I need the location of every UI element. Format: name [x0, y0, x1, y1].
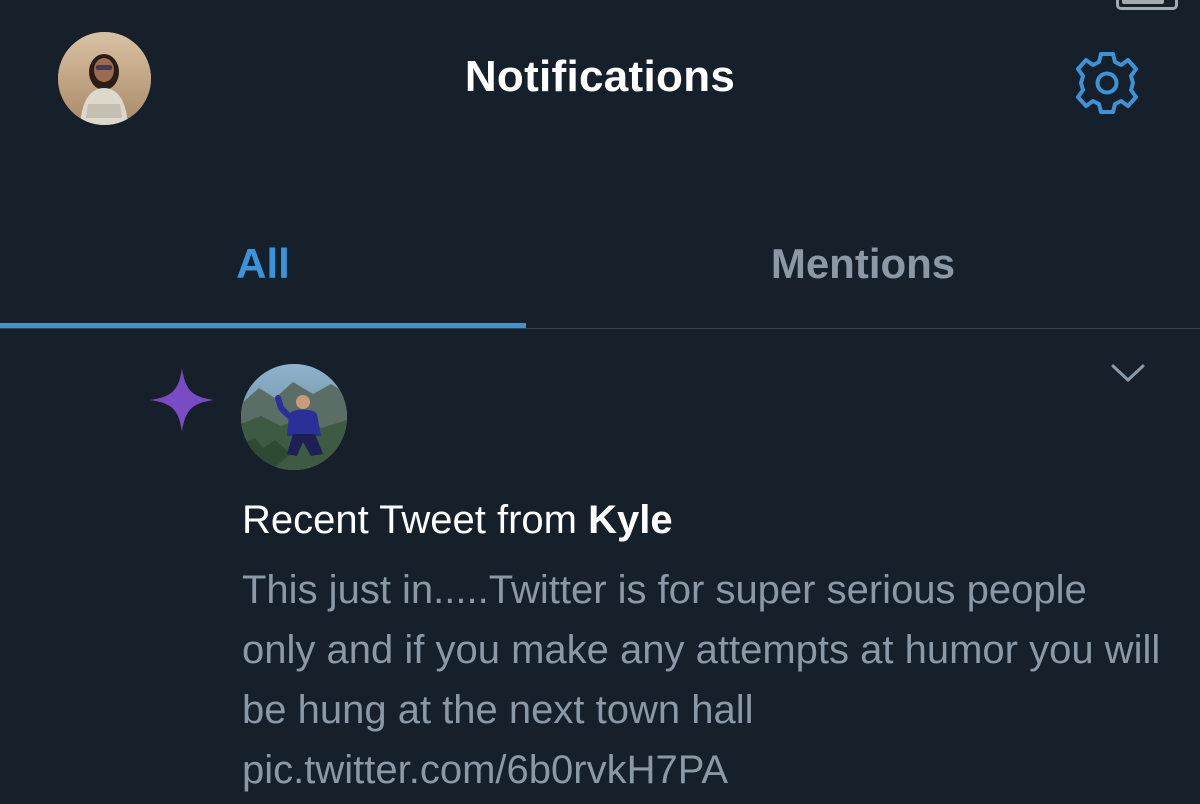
notification-item[interactable]: Recent Tweet from Kyle This just in.....… — [0, 330, 1200, 804]
author-avatar[interactable] — [241, 364, 347, 470]
author-avatar-image — [241, 364, 347, 470]
status-bar-clipped-text — [14, 0, 634, 7]
chevron-down-icon[interactable] — [1110, 360, 1146, 386]
status-bar — [0, 0, 1200, 10]
battery-level — [1122, 0, 1164, 4]
notification-title: Recent Tweet from Kyle — [242, 498, 673, 543]
notification-title-prefix: Recent Tweet from — [242, 498, 589, 542]
settings-button[interactable] — [1074, 50, 1140, 116]
sparkle-icon — [150, 368, 214, 432]
tabs-divider — [0, 328, 1200, 329]
header: Notifications — [0, 8, 1200, 158]
notification-tabs: All Mentions — [0, 200, 1200, 330]
tweet-text: This just in.....Twitter is for super se… — [242, 568, 1161, 792]
page-title: Notifications — [464, 52, 736, 101]
author-name[interactable]: Kyle — [588, 498, 673, 542]
gear-icon — [1076, 52, 1138, 114]
tab-mentions[interactable]: Mentions — [526, 200, 1200, 328]
active-tab-indicator — [0, 323, 526, 328]
tab-all[interactable]: All — [0, 200, 526, 328]
